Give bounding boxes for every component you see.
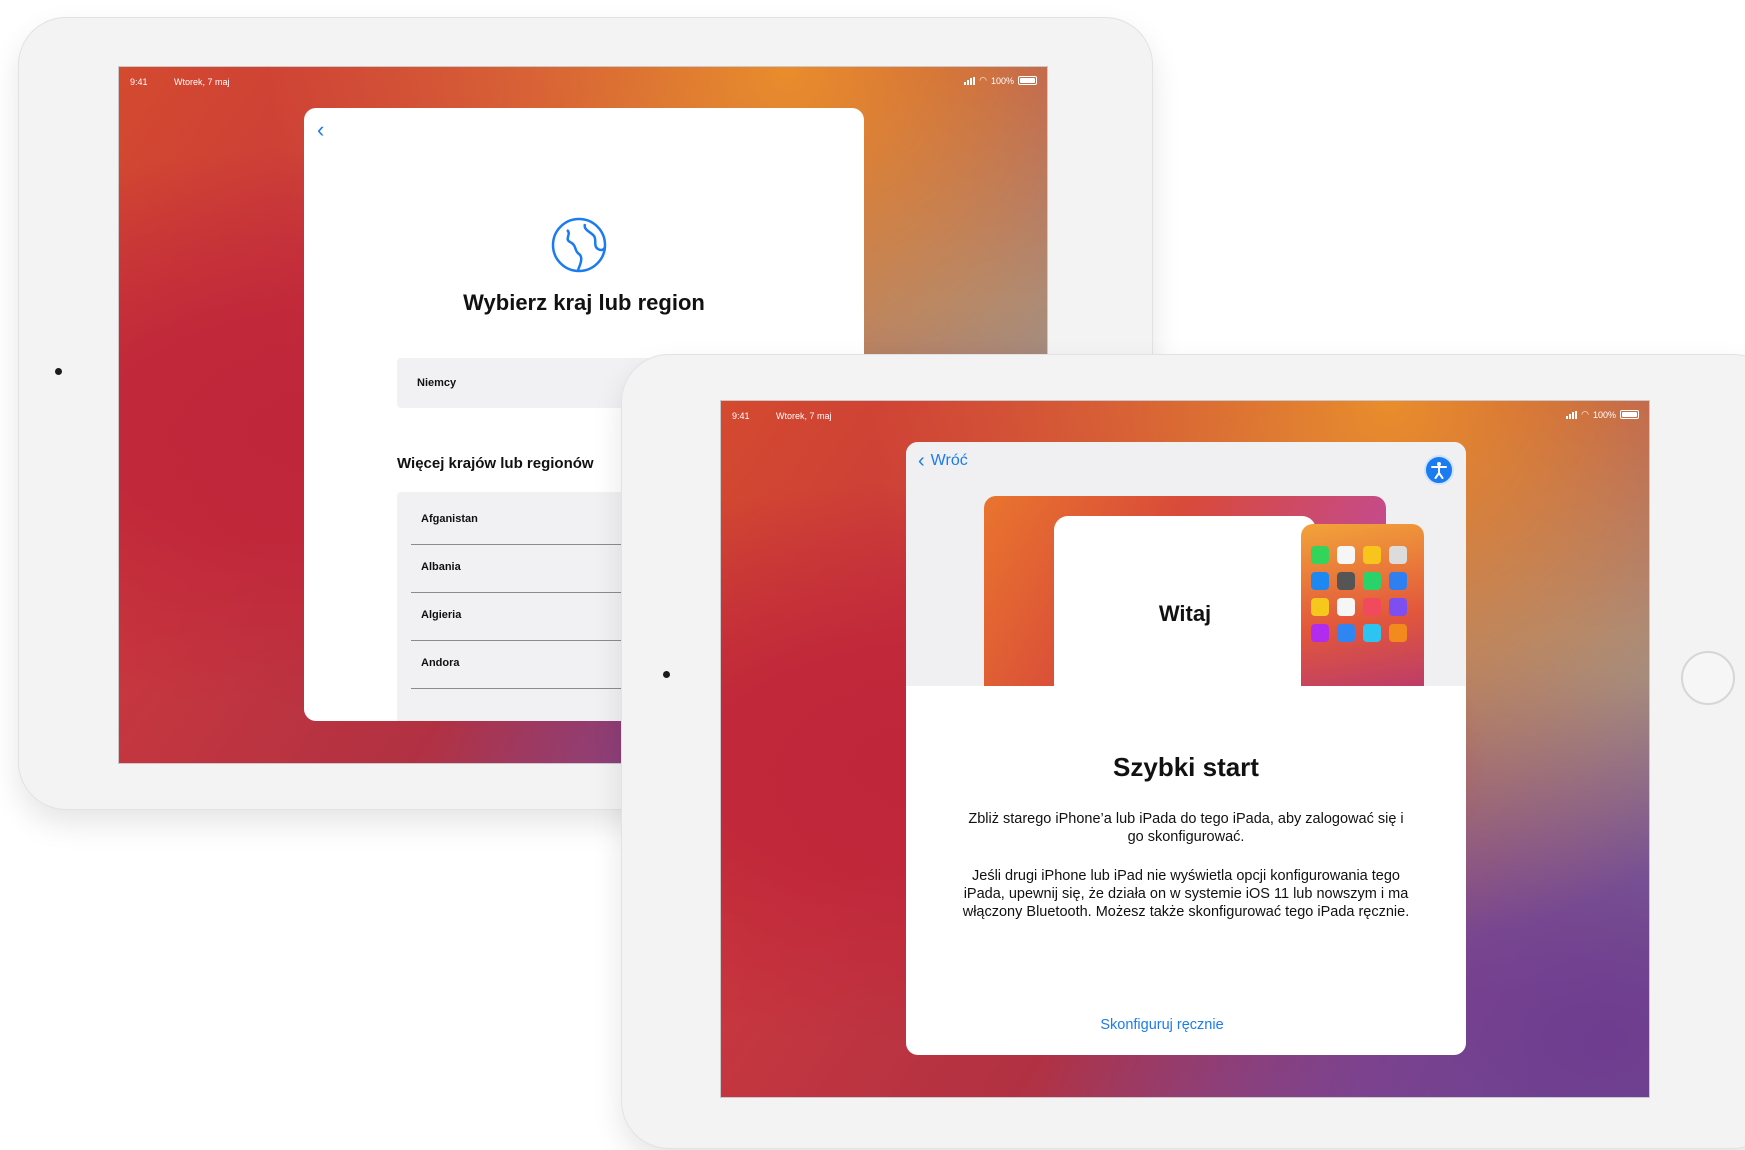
wifi-icon: ◠: [979, 75, 987, 85]
chevron-left-icon: ‹: [918, 450, 925, 472]
country-label: Algieria: [421, 609, 462, 621]
battery-icon: [1620, 410, 1639, 419]
battery-percent: 100%: [1592, 409, 1616, 420]
page-title: Szybki start: [1113, 752, 1259, 782]
ipad-device-front: 9:41 Wtorek, 7 maj ◠ 100% Witaj ‹ Wróć S…: [621, 354, 1745, 1149]
wifi-icon: ◠: [1581, 409, 1589, 419]
status-time: 9:41: [732, 411, 750, 421]
accessibility-icon[interactable]: [1424, 455, 1454, 485]
battery-percent: 100%: [990, 75, 1014, 86]
battery-icon: [1018, 76, 1037, 85]
hero-illustration: Witaj: [906, 442, 1466, 686]
status-bar: 9:41 Wtorek, 7 maj ◠ 100%: [721, 401, 1649, 427]
signal-icon: [1566, 410, 1578, 419]
globe-icon: [551, 217, 607, 273]
more-countries-header: Więcej krajów lub regionów: [397, 455, 594, 472]
app-grid: [1311, 546, 1407, 642]
status-bar: 9:41 Wtorek, 7 maj ◠ 100%: [119, 67, 1047, 93]
hero-card-title: Witaj: [1158, 601, 1212, 626]
status-date: Wtorek, 7 maj: [174, 77, 230, 87]
illustration-card: Witaj: [1054, 516, 1316, 686]
intro-paragraph: Zbliż starego iPhone’a lub iPada do tego…: [968, 811, 1404, 845]
signal-icon: [964, 76, 976, 85]
selected-country-label: Niemcy: [417, 377, 457, 389]
home-button[interactable]: [1681, 651, 1735, 705]
help-paragraph: Jeśli drugi iPhone lub iPad nie wyświetl…: [962, 868, 1410, 920]
status-time: 9:41: [130, 77, 148, 87]
status-indicators: ◠ 100%: [964, 75, 1037, 86]
back-chevron-icon[interactable]: ‹: [317, 117, 324, 143]
camera-dot: [55, 368, 62, 375]
back-button[interactable]: ‹ Wróć: [918, 450, 968, 472]
page-title: Wybierz kraj lub region: [463, 290, 705, 315]
country-label: Afganistan: [421, 513, 478, 525]
status-indicators: ◠ 100%: [1566, 409, 1639, 420]
configure-manually-link[interactable]: Skonfiguruj ręcznie: [906, 1017, 1418, 1033]
status-date: Wtorek, 7 maj: [776, 411, 832, 421]
back-label: Wróć: [930, 452, 968, 469]
illustration-iphone: [1301, 524, 1424, 686]
quick-start-sheet: Witaj ‹ Wróć Szybki start Zbliż starego …: [906, 442, 1466, 1055]
country-label: Andora: [421, 657, 460, 669]
country-label: Albania: [421, 561, 461, 573]
camera-dot: [663, 671, 670, 678]
ipad-screen: 9:41 Wtorek, 7 maj ◠ 100% Witaj ‹ Wróć S…: [720, 400, 1650, 1098]
